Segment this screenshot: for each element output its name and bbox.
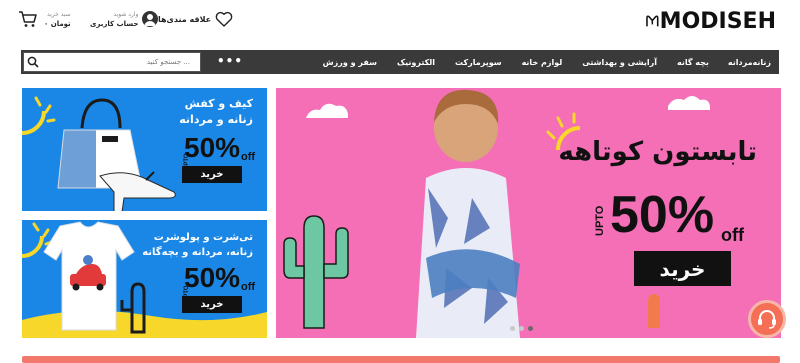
menu-item-women[interactable]: زنانه [753,58,771,67]
category-menu: زنانه مردانه بچه گانه آرایشی و بهداشتی ل… [303,50,771,74]
menu-item-men[interactable]: مردانه [728,58,753,67]
summer-percent: 50% [610,186,715,244]
slider-dot[interactable] [519,326,524,331]
tshirts-buy-button[interactable]: خرید [182,296,242,313]
summer-off: off [721,225,744,245]
menu-item-supermarket[interactable]: سوپرمارکت [455,58,502,67]
shopping-cart-icon [19,11,37,27]
menu-item-travel-sport[interactable]: سفر و ورزش [323,58,377,67]
menu-item-home[interactable]: لوازم خانه [522,58,563,67]
search-icon [27,56,39,68]
wishlist-label: علاقه مندی‌ها [158,14,212,24]
cart-total: ۰ تومان [44,19,71,28]
tshirts-title-line2: زنانه، مردانه و بچه‌گانه [142,247,253,258]
slider-dot[interactable] [510,326,515,331]
search-box [23,52,201,72]
menu-item-beauty[interactable]: آرایشی و بهداشتی [582,58,657,67]
bags-buy-button[interactable]: خرید [182,166,242,183]
site-header: MODISEH علاقه مندی‌ها وارد شوید حساب کار… [0,0,800,44]
summer-buy-button[interactable]: خرید [634,251,731,286]
heart-icon [215,11,233,27]
bags-off: off [241,151,256,163]
menu-item-electronics[interactable]: الکترونیک [397,58,435,67]
tshirts-percent: 50% [184,262,241,293]
account-label: حساب کاربری [90,19,139,28]
tshirts-banner[interactable]: تی‌شرت و پولوشرت زنانه، مردانه و بچه‌گان… [22,220,267,338]
more-menu-button[interactable]: ••• [217,54,243,68]
bags-title-line2: زنانه و مردانه [179,113,253,126]
summer-upto: UPTO [594,205,606,236]
modiseh-logo[interactable]: MODISEH [646,6,776,36]
cart-label: سبد خرید [46,10,71,18]
login-prompt: وارد شوید [113,10,139,18]
user-avatar-icon [142,11,159,27]
bags-percent: 50% [184,132,241,163]
slider-dot-active[interactable] [528,326,533,331]
headset-support-icon [758,310,776,329]
summer-title: تابستون کوتاهه [558,137,757,167]
tshirts-title-line1: تی‌شرت و پولوشرت [153,232,253,243]
modiseh-m-logo-icon [646,15,659,27]
cart-link[interactable]: سبد خرید ۰ تومان [18,6,71,32]
wishlist-link[interactable]: علاقه مندی‌ها [158,6,233,32]
search-input[interactable] [46,53,196,71]
bags-title-line1: کیف و کفش [184,97,253,110]
hero-slider-dots [510,326,533,331]
tshirts-title: تی‌شرت و پولوشرت زنانه، مردانه و بچه‌گان… [142,230,253,260]
account-link[interactable]: وارد شوید حساب کاربری [90,6,159,32]
bags-title: کیف و کفش زنانه و مردانه [179,96,253,128]
menu-item-kids[interactable]: بچه گانه [677,58,709,67]
summer-hero-banner[interactable]: تابستون کوتاهه UPTO 50% off خرید [276,88,781,338]
next-section-strip [22,356,780,363]
support-chat-button[interactable] [748,300,786,338]
bags-shoes-banner[interactable]: کیف و کفش زنانه و مردانه UPTO 50% off خر… [22,88,267,211]
main-navigation: ••• زنانه مردانه بچه گانه آرایشی و بهداش… [21,50,779,74]
brand-name: MODISEH [659,8,776,34]
tshirts-off: off [241,281,256,293]
search-button[interactable] [24,53,42,71]
